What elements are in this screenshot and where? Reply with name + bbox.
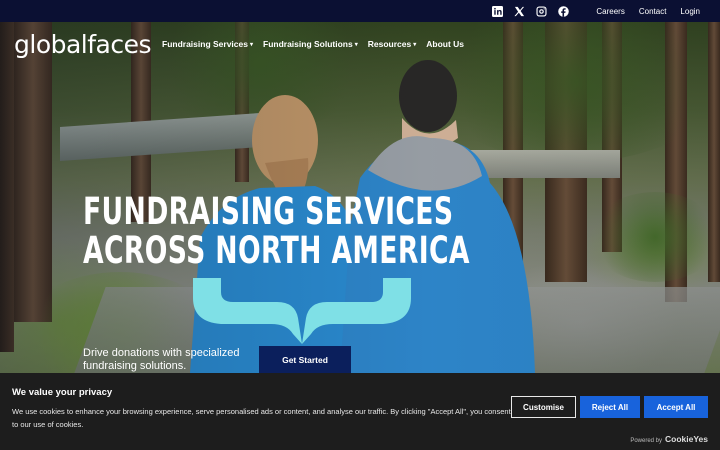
nav-label: Fundraising Services: [162, 39, 248, 49]
login-link[interactable]: Login: [680, 7, 700, 16]
cookie-banner: We value your privacy We use cookies to …: [0, 373, 720, 450]
social-links: [492, 5, 570, 17]
accept-all-button[interactable]: Accept All: [644, 396, 708, 418]
hero-headline: FUNDRAISING SERVICES ACROSS NORTH AMERIC…: [83, 192, 470, 270]
brace-graphic: [193, 278, 411, 344]
nav-label: Resources: [367, 39, 412, 49]
linkedin-icon[interactable]: [492, 5, 504, 17]
powered-prefix: Powered by: [630, 438, 662, 444]
cookie-text: We use cookies to enhance your browsing …: [12, 407, 511, 429]
chevron-down-icon: ▾: [249, 41, 253, 48]
cookie-title: We value your privacy: [12, 387, 113, 398]
get-started-button[interactable]: Get Started: [259, 346, 351, 373]
facebook-icon[interactable]: [558, 5, 570, 17]
top-bar: Careers Contact Login: [0, 0, 720, 22]
cookieyes-logo[interactable]: CookieYes: [665, 434, 708, 444]
nav-fundraising-services[interactable]: Fundraising Services ▾: [162, 39, 253, 49]
nav-label: Fundraising Solutions: [263, 39, 353, 49]
contact-link[interactable]: Contact: [639, 7, 667, 16]
nav-resources[interactable]: Resources ▾: [368, 39, 416, 49]
reject-all-button[interactable]: Reject All: [580, 396, 640, 418]
main-nav: globalfaces Fundraising Services ▾ Fundr…: [0, 22, 720, 66]
chevron-down-icon: ▾: [413, 41, 417, 48]
careers-link[interactable]: Careers: [596, 7, 624, 16]
nav-fundraising-solutions[interactable]: Fundraising Solutions ▾: [263, 39, 358, 49]
top-links: Careers Contact Login: [596, 7, 700, 16]
globalfaces-logo[interactable]: globalfaces: [14, 30, 152, 59]
headline-line-1: FUNDRAISING SERVICES: [83, 190, 454, 233]
chevron-down-icon: ▾: [354, 41, 358, 48]
nav-about-us[interactable]: About Us: [426, 39, 464, 49]
nav-menu: Fundraising Services ▾ Fundraising Solut…: [162, 39, 464, 49]
headline-line-2: ACROSS NORTH AMERICA: [83, 229, 470, 272]
hero-subtext: Drive donations with specialized fundrai…: [83, 347, 240, 372]
instagram-icon[interactable]: [536, 5, 547, 17]
powered-by: Powered by CookieYes: [630, 434, 708, 444]
x-icon[interactable]: [514, 6, 525, 17]
customise-button[interactable]: Customise: [511, 396, 576, 418]
nav-label: About Us: [426, 39, 465, 49]
